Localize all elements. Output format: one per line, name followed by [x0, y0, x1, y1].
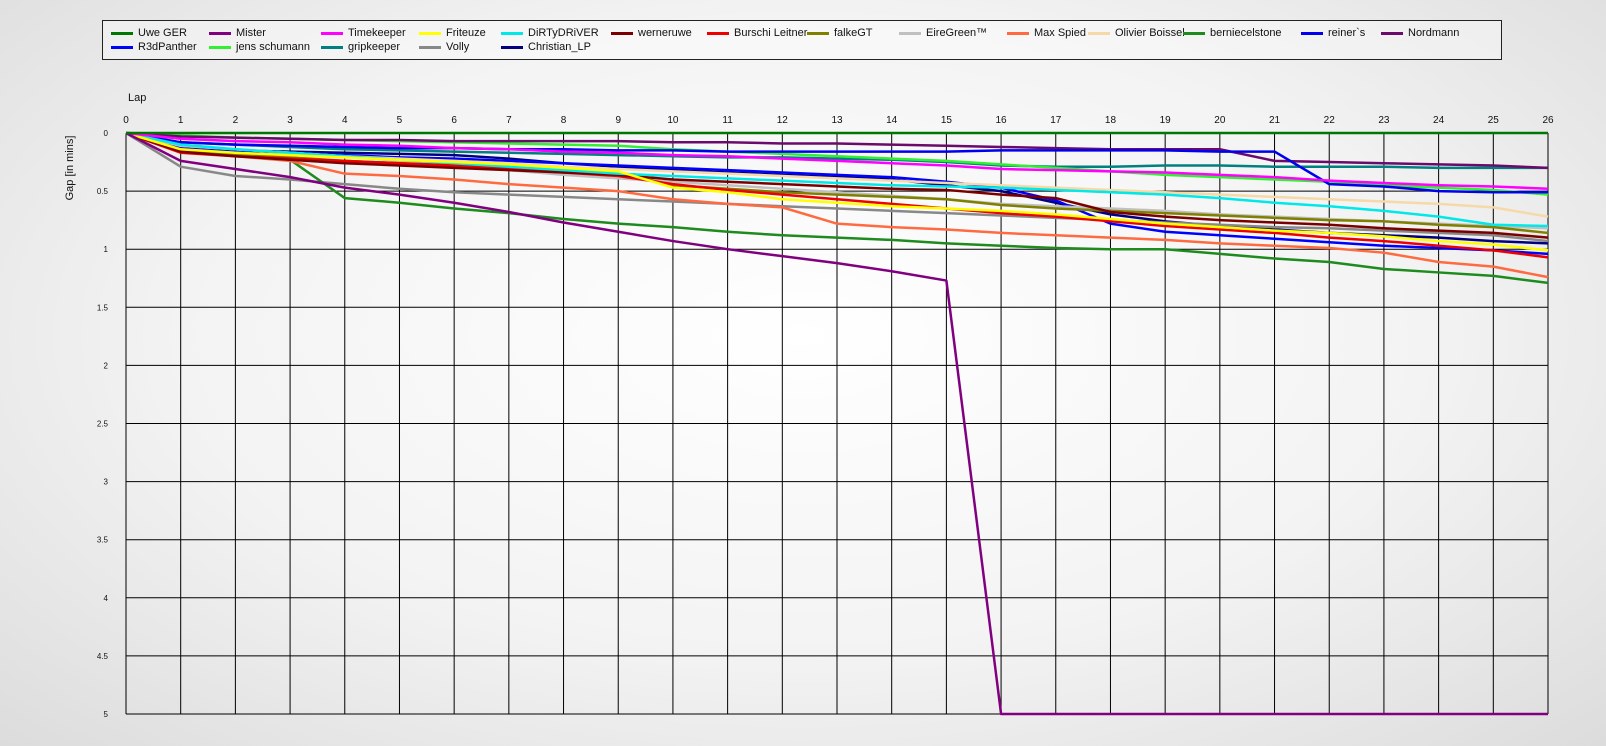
x-tick-label: 25 — [1488, 115, 1500, 126]
x-tick-label: 24 — [1433, 115, 1445, 126]
y-tick-label: 0 — [104, 129, 109, 138]
x-tick-label: 8 — [561, 115, 567, 126]
x-tick-label: 23 — [1378, 115, 1390, 126]
x-tick-label: 22 — [1324, 115, 1336, 126]
y-tick-label: 3 — [104, 478, 109, 487]
y-tick-label: 4.5 — [97, 652, 109, 661]
x-tick-label: 11 — [722, 115, 733, 126]
x-tick-label: 3 — [287, 115, 293, 126]
y-tick-label: 4 — [104, 594, 109, 603]
y-axis-title: Gap [in mins] — [64, 136, 76, 201]
x-tick-label: 1 — [178, 115, 184, 126]
x-tick-label: 7 — [506, 115, 512, 126]
x-tick-label: 12 — [777, 115, 789, 126]
x-tick-label: 16 — [996, 115, 1008, 126]
x-tick-label: 17 — [1050, 115, 1062, 126]
y-tick-label: 0.5 — [97, 187, 109, 196]
x-tick-label: 9 — [615, 115, 621, 126]
y-tick-labels: 0 0.5 1 1.5 2 2.5 3 3.5 4 4.5 5 — [97, 129, 109, 719]
x-tick-label: 19 — [1160, 115, 1172, 126]
y-tick-label: 3.5 — [97, 536, 109, 545]
x-tick-label: 0 — [123, 115, 129, 126]
gap-chart: 0 1 2 3 4 5 6 7 8 9 10 11 12 13 14 15 16 17 18 19 20 21 22 23 24… — [64, 92, 1554, 719]
x-tick-label: 20 — [1214, 115, 1226, 126]
y-tick-label: 1.5 — [97, 303, 109, 312]
x-tick-label: 6 — [451, 115, 457, 126]
x-tick-label: 4 — [342, 115, 348, 126]
y-tick-label: 2 — [104, 361, 109, 370]
y-tick-label: 2.5 — [97, 420, 109, 429]
x-tick-label: 2 — [233, 115, 239, 126]
y-tick-label: 5 — [104, 710, 109, 719]
x-tick-label: 5 — [397, 115, 403, 126]
x-tick-labels: 0 1 2 3 4 5 6 7 8 9 10 11 12 13 14 15 16 17 18 19 20 21 22 23 24… — [123, 115, 1554, 126]
x-tick-label: 13 — [831, 115, 843, 126]
x-tick-label: 10 — [667, 115, 679, 126]
x-tick-label: 15 — [941, 115, 953, 126]
x-tick-label: 26 — [1542, 115, 1554, 126]
x-tick-label: 14 — [886, 115, 898, 126]
x-tick-label: 21 — [1269, 115, 1281, 126]
x-tick-label: 18 — [1105, 115, 1117, 126]
y-tick-label: 1 — [104, 245, 109, 254]
x-axis-title: Lap — [128, 92, 146, 104]
